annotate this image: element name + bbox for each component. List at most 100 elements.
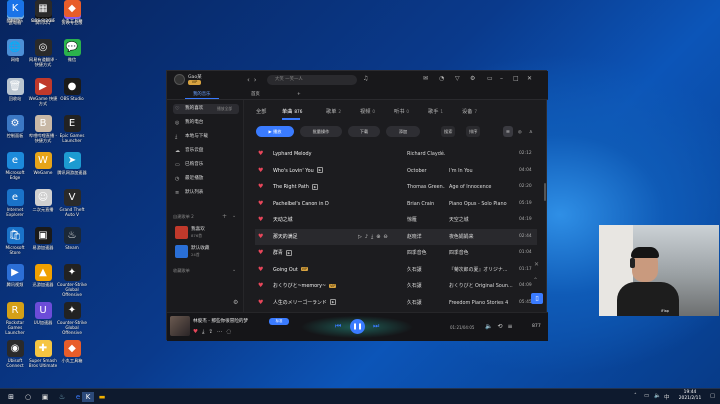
- desktop-icon[interactable]: B 哔哩哔哩直播 - 快捷方式: [28, 115, 58, 143]
- tab-my-music[interactable]: 我的音乐: [185, 90, 219, 99]
- minimize-icon[interactable]: –: [500, 75, 503, 82]
- ime-icon[interactable]: 中: [664, 393, 670, 401]
- sidebar-item-recent[interactable]: ◷ 最近播放: [173, 174, 239, 184]
- now-playing-title[interactable]: 林俊杰 - 那些你很冒险的梦: [193, 318, 248, 324]
- desktop-icon[interactable]: ●OBS Studio: [57, 78, 87, 101]
- song-title[interactable]: おくりびと~memory~ VIP: [273, 278, 337, 295]
- song-row[interactable]: ♥ Pachelbel's Canon in D Brian Crain Piano …: [255, 196, 537, 213]
- song-row[interactable]: ♥ 那天的满足 ▷♪⤓⊕⊖ 赵晓洋 夜色娟娟来 02:44: [255, 228, 537, 246]
- song-artist[interactable]: 惊雁: [407, 212, 445, 229]
- desktop-icon[interactable]: E Epic Games Launcher: [57, 115, 87, 143]
- tab-home[interactable]: 首页: [243, 90, 268, 99]
- mv-icon[interactable]: ▶: [329, 299, 337, 305]
- tab-devices[interactable]: 设备 7: [462, 108, 477, 115]
- song-artist[interactable]: October: [407, 163, 445, 180]
- desktop-icon[interactable]: ▦ Screen2GIF: [28, 0, 58, 23]
- tray-up-icon[interactable]: ˄: [634, 393, 637, 399]
- song-row[interactable]: ♥ 人生のメリーゴーランド ▶ 久石譲 Freedom Piano Stories 4 0…: [255, 295, 537, 312]
- song-title[interactable]: The Right Path ▶: [273, 179, 319, 196]
- song-title[interactable]: Lyphard Melody: [273, 146, 312, 163]
- desktop-icon[interactable]: ▣ 易游加速器: [28, 227, 58, 250]
- song-row[interactable]: ♥ The Right Path ▶ Thomas Green... Age of In…: [255, 179, 537, 196]
- desktop-icon[interactable]: 💬 微信: [57, 39, 87, 62]
- tab-playlists[interactable]: 歌单 2: [326, 108, 341, 115]
- play-button[interactable]: ▶ 播放: [256, 126, 294, 137]
- quality-badge[interactable]: 标准: [269, 318, 289, 325]
- song-row[interactable]: ♥ Who's Lovin' You ▶ October I'm In You 04:04: [255, 163, 537, 180]
- collapse-icon[interactable]: ⌄: [232, 213, 236, 219]
- next-icon[interactable]: ⏭: [373, 322, 379, 331]
- folder-icon[interactable]: ▬: [97, 392, 107, 402]
- desktop-icon[interactable]: U UU加速器: [28, 302, 58, 325]
- vip-badge[interactable]: VIP: [188, 80, 201, 85]
- song-album[interactable]: 天空之城: [449, 212, 513, 229]
- desktop-icon[interactable]: ♨ Steam: [57, 227, 87, 250]
- volume-icon[interactable]: 🔈: [485, 323, 497, 330]
- add-icon[interactable]: +: [222, 213, 227, 220]
- comment-icon[interactable]: ◌: [226, 329, 235, 335]
- heart-icon[interactable]: ♥: [258, 295, 263, 312]
- desktop-icon[interactable]: K 酷狗音乐: [0, 0, 30, 23]
- mic-icon[interactable]: ♫: [363, 75, 368, 82]
- desktop-icon[interactable]: ◆ 小丸工具箱: [57, 0, 87, 23]
- song-album[interactable]: 四季音色: [449, 245, 513, 262]
- song-album[interactable]: Freedom Piano Stories 4: [449, 295, 513, 312]
- share-icon[interactable]: ⇪: [208, 329, 217, 335]
- tab-videos[interactable]: 视频 0: [360, 108, 375, 115]
- song-title[interactable]: 人生のメリーゴーランド ▶: [273, 295, 337, 312]
- start-icon[interactable]: ⊞: [6, 392, 16, 402]
- song-album[interactable]: 夜色娟娟来: [449, 229, 513, 246]
- nav-arrows[interactable]: ‹›: [247, 76, 261, 84]
- desktop-icon[interactable]: ◉ Ubisoft Connect: [0, 340, 30, 368]
- desktop-icon[interactable]: ▶ WeGame 快捷方式: [28, 78, 58, 106]
- gear-icon[interactable]: ⚙: [233, 299, 238, 306]
- sidebar-item-default-list[interactable]: ≡ 默认列表: [173, 188, 239, 198]
- list-view-icon[interactable]: ☰: [503, 126, 513, 137]
- desktop-icon[interactable]: ✦ Counter-Strike Global Offensive: [57, 302, 87, 335]
- desktop-icon[interactable]: ✚ Super Smash Bros Ultimate: [28, 340, 58, 368]
- song-title[interactable]: 天动之城: [273, 212, 293, 229]
- desktop-icon[interactable]: ▶ 腾讯视频: [0, 264, 30, 287]
- song-title[interactable]: 群青 ▶: [273, 245, 293, 262]
- sidebar-item-radio[interactable]: ◎ 我的电台: [173, 118, 239, 128]
- queue-count[interactable]: 877: [532, 324, 541, 329]
- batch-operation-button[interactable]: 批量操作: [300, 126, 342, 137]
- song-title[interactable]: Pachelbel's Canon in D: [273, 196, 329, 213]
- heart-icon[interactable]: ♥: [258, 146, 263, 163]
- tab-songs[interactable]: 单曲 876: [282, 108, 302, 115]
- kugou-taskbar-icon[interactable]: K: [82, 392, 94, 402]
- heart-icon[interactable]: ♥: [258, 163, 263, 180]
- song-row[interactable]: ♥ Lyphard Melody Richard Claydé... 02:12: [255, 146, 537, 163]
- pause-button[interactable]: ❚❚: [350, 319, 365, 334]
- download-button[interactable]: 下载: [348, 126, 380, 137]
- song-artist[interactable]: Richard Claydé...: [407, 146, 445, 163]
- song-album[interactable]: Piano Opus - Solo Piano: [449, 196, 513, 213]
- desktop-icon[interactable]: ▲ 迅游加速器: [28, 264, 58, 287]
- desktop-icon[interactable]: V Grand Theft Auto V: [57, 189, 87, 217]
- search-icon[interactable]: ○: [23, 392, 33, 402]
- bell-icon[interactable]: ♙: [526, 126, 536, 137]
- loop-icon[interactable]: ⟲: [497, 323, 507, 330]
- song-row[interactable]: ♥ 群青 ▶ 四季音色 四季音色 01:04: [255, 245, 537, 262]
- mail-icon[interactable]: ✉: [423, 75, 428, 82]
- song-artist[interactable]: 四季音色: [407, 245, 445, 262]
- task-view-icon[interactable]: ▣: [40, 392, 50, 402]
- add-tab-button[interactable]: +: [293, 90, 305, 99]
- song-artist[interactable]: Brian Crain: [407, 196, 445, 213]
- song-album[interactable]: Age of Innocence: [449, 179, 513, 196]
- avatar[interactable]: [174, 74, 185, 85]
- scrollbar[interactable]: [544, 183, 546, 201]
- heart-icon[interactable]: ♥: [193, 329, 202, 335]
- song-artist[interactable]: 久石譲: [407, 278, 445, 295]
- heart-icon[interactable]: ♥: [258, 179, 263, 196]
- sidebar-item-purchased[interactable]: ▭ 已购音乐: [173, 160, 239, 170]
- desktop-icon[interactable]: ☺ 二次元直播: [28, 189, 58, 212]
- close-icon[interactable]: ✕: [534, 261, 539, 268]
- sidebar-item-cloud[interactable]: ☁ 音乐云盘: [173, 146, 239, 156]
- skin-icon[interactable]: ▽: [455, 75, 460, 82]
- settings-icon[interactable]: ⚙: [470, 75, 475, 82]
- heart-icon[interactable]: ♥: [258, 229, 263, 246]
- collapse-up-icon[interactable]: ⌃: [533, 277, 538, 284]
- row-actions[interactable]: ▷♪⤓⊕⊖: [358, 229, 391, 246]
- song-artist[interactable]: 赵晓洋: [407, 229, 445, 246]
